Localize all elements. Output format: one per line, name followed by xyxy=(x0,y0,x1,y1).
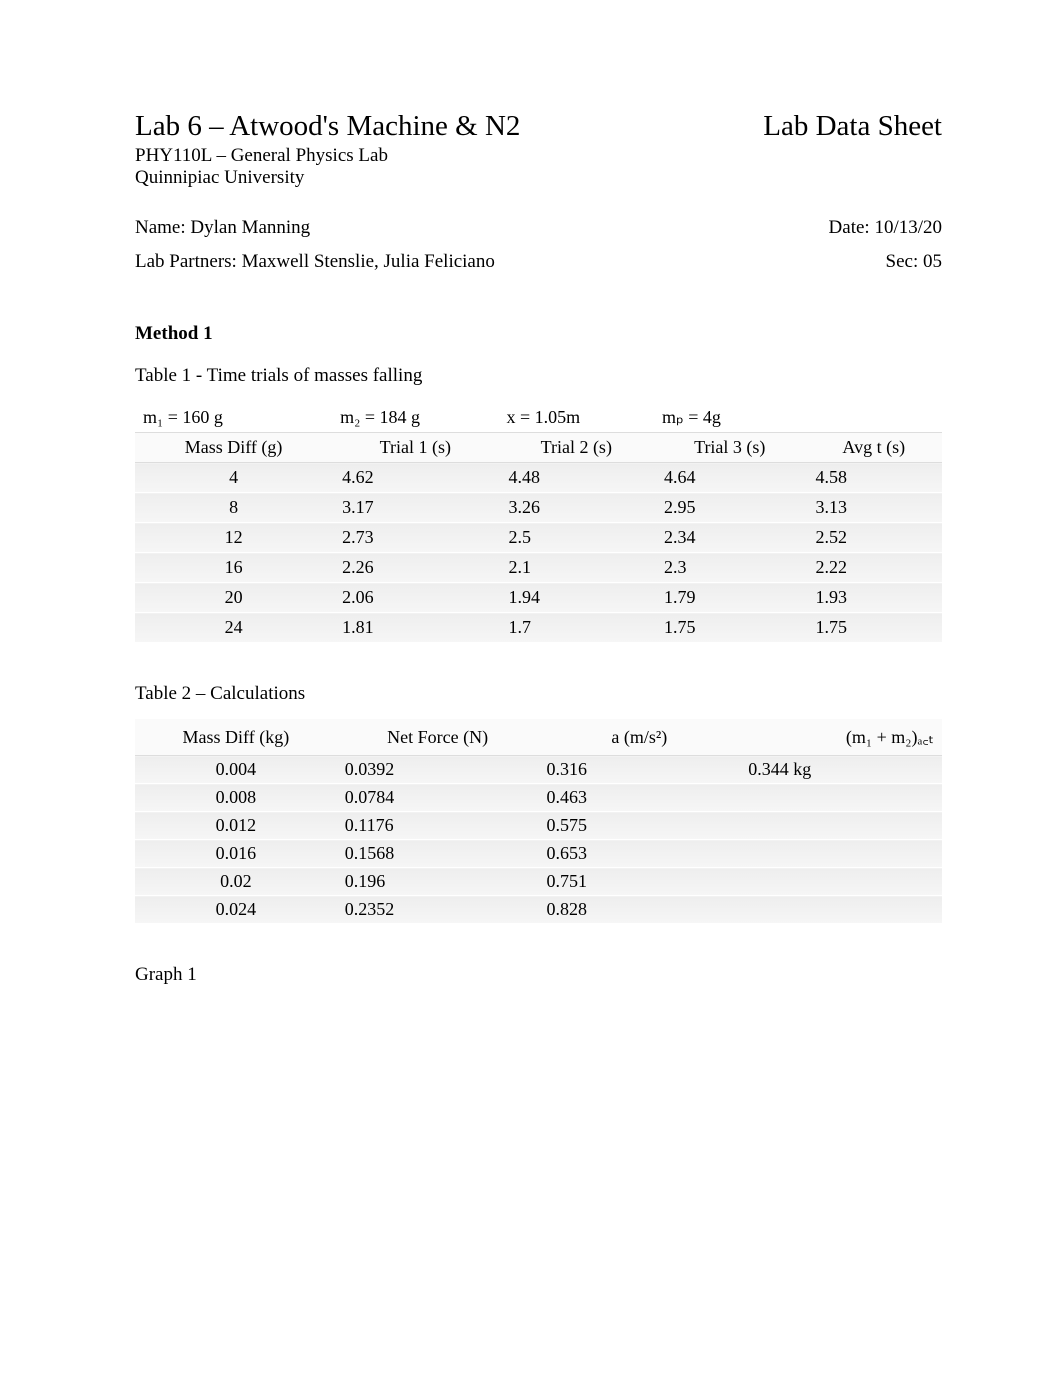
table-cell: 2.06 xyxy=(332,583,498,613)
table-cell: 0.751 xyxy=(539,868,741,896)
table-cell: 0.004 xyxy=(135,756,337,784)
table-cell: 0.008 xyxy=(135,784,337,812)
param-m2: m₂ = 184 g xyxy=(332,403,498,433)
table-cell: 20 xyxy=(135,583,332,613)
table-cell: 1.93 xyxy=(806,583,943,613)
table-cell: 4.62 xyxy=(332,463,498,493)
method-1-heading: Method 1 xyxy=(135,323,942,345)
table-cell: 2.95 xyxy=(654,493,805,523)
table-cell: 0.024 xyxy=(135,896,337,924)
table-cell: 0.0784 xyxy=(337,784,539,812)
table-cell xyxy=(740,784,942,812)
col-trial-3: Trial 3 (s) xyxy=(654,433,805,463)
table-cell: 1.7 xyxy=(499,613,655,643)
col-net-force: Net Force (N) xyxy=(337,719,539,756)
col-trial-1: Trial 1 (s) xyxy=(332,433,498,463)
section-field: Sec: 05 xyxy=(886,251,942,273)
table-1-caption: Table 1 - Time trials of masses falling xyxy=(135,365,942,387)
table-cell: 1.75 xyxy=(654,613,805,643)
param-x: x = 1.05m xyxy=(499,403,655,433)
table-cell: 3.17 xyxy=(332,493,498,523)
table-cell: 0.828 xyxy=(539,896,741,924)
table-cell: 2.73 xyxy=(332,523,498,553)
table-cell: 2.26 xyxy=(332,553,498,583)
table-cell: 0.0392 xyxy=(337,756,539,784)
table-cell xyxy=(740,812,942,840)
table-cell: 8 xyxy=(135,493,332,523)
table-cell: 0.575 xyxy=(539,812,741,840)
table-cell: 3.13 xyxy=(806,493,943,523)
date-field: Date: 10/13/20 xyxy=(829,217,942,239)
table-cell: 0.316 xyxy=(539,756,741,784)
school-line: Quinnipiac University xyxy=(135,167,942,189)
table-cell xyxy=(740,868,942,896)
table-cell: 2.34 xyxy=(654,523,805,553)
lab-title: Lab 6 – Atwood's Machine & N2 xyxy=(135,110,520,143)
param-mp: mₚ = 4g xyxy=(654,403,805,433)
table-cell: 4.48 xyxy=(499,463,655,493)
col-avg-t: Avg t (s) xyxy=(806,433,943,463)
table-2-caption: Table 2 – Calculations xyxy=(135,683,942,705)
table-cell: 0.1568 xyxy=(337,840,539,868)
table-cell: 1.79 xyxy=(654,583,805,613)
course-line: PHY110L – General Physics Lab xyxy=(135,145,942,167)
col-trial-2: Trial 2 (s) xyxy=(499,433,655,463)
table-cell: 4 xyxy=(135,463,332,493)
col-mass-diff-kg: Mass Diff (kg) xyxy=(135,719,337,756)
col-mass-diff: Mass Diff (g) xyxy=(135,433,332,463)
table-2: Mass Diff (kg) Net Force (N) a (m/s²) (m… xyxy=(135,719,942,924)
table-cell: 0.653 xyxy=(539,840,741,868)
table-cell: 2.5 xyxy=(499,523,655,553)
table-cell: 0.012 xyxy=(135,812,337,840)
table-cell: 3.26 xyxy=(499,493,655,523)
table-cell: 1.94 xyxy=(499,583,655,613)
param-m1: m₁ = 160 g xyxy=(135,403,332,433)
col-m1m2: (m₁ + m₂)ₐ꜀ₜ xyxy=(740,719,942,756)
table-cell: 0.016 xyxy=(135,840,337,868)
table-cell: 12 xyxy=(135,523,332,553)
table-cell: 2.3 xyxy=(654,553,805,583)
table-cell xyxy=(740,840,942,868)
table-cell: 2.1 xyxy=(499,553,655,583)
table-cell: 16 xyxy=(135,553,332,583)
table-cell: 1.75 xyxy=(806,613,943,643)
table-cell: 4.58 xyxy=(806,463,943,493)
table-cell: 2.22 xyxy=(806,553,943,583)
table-cell: 0.02 xyxy=(135,868,337,896)
table-cell: 1.81 xyxy=(332,613,498,643)
table-cell: 0.1176 xyxy=(337,812,539,840)
table-cell: 2.52 xyxy=(806,523,943,553)
table-1: m₁ = 160 g m₂ = 184 g x = 1.05m mₚ = 4g … xyxy=(135,403,942,643)
table-cell: 0.2352 xyxy=(337,896,539,924)
table-cell xyxy=(740,896,942,924)
col-accel: a (m/s²) xyxy=(539,719,741,756)
table-cell: 0.196 xyxy=(337,868,539,896)
table-cell: 4.64 xyxy=(654,463,805,493)
table-cell: 24 xyxy=(135,613,332,643)
sheet-title: Lab Data Sheet xyxy=(763,110,942,143)
partners-field: Lab Partners: Maxwell Stenslie, Julia Fe… xyxy=(135,251,495,273)
table-cell: 0.463 xyxy=(539,784,741,812)
table-cell: 0.344 kg xyxy=(740,756,942,784)
graph-1-label: Graph 1 xyxy=(135,964,942,986)
name-field: Name: Dylan Manning xyxy=(135,217,310,239)
